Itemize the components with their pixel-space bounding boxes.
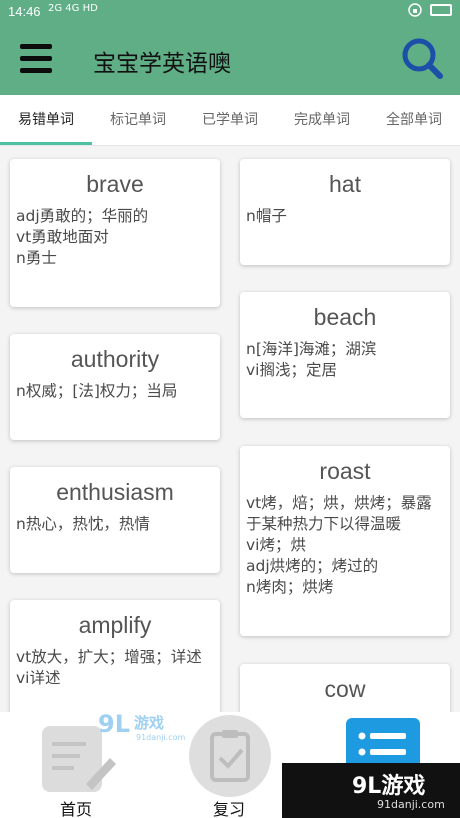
card-word: cow (324, 676, 366, 702)
card-definition: adj勇敢的；华丽的 vt勇敢地面对 n勇士 (10, 198, 220, 269)
word-card[interactable]: hat n帽子 (240, 159, 450, 265)
card-word: enthusiasm (56, 479, 174, 505)
checklist-icon[interactable] (188, 714, 272, 798)
definition-line: n热心，热忱，热情 (16, 515, 150, 533)
svg-text:91danji.com: 91danji.com (136, 733, 186, 742)
watermark-brand: 9L游戏 (352, 774, 426, 799)
card-word: authority (70, 346, 160, 372)
definition-line: n勇士 (16, 249, 57, 267)
card-definition: n帽子 (240, 198, 450, 227)
definition-line: n权威；[法]权力；当局 (16, 382, 178, 400)
definition-line: n烤肉；烘烤 (246, 578, 334, 596)
watermark-logo: 9L 游戏 91danji.com (98, 710, 186, 742)
tab-completed-words[interactable]: 完成单词 (276, 95, 368, 146)
svg-text:9L: 9L (98, 710, 130, 738)
status-time: 14:46 (8, 4, 41, 19)
card-word: brave (86, 171, 144, 197)
card-word: beach (313, 304, 377, 330)
app-bar: 宝宝学英语噢 (0, 24, 460, 95)
signal-indicator: 2G 4G HD (48, 3, 98, 14)
definition-line: vi烤；烘 (246, 536, 306, 554)
definition-line: n帽子 (246, 207, 287, 225)
definition-line: vi搁浅；定居 (246, 361, 337, 379)
word-card[interactable]: amplify vt放大，扩大；增强；详述 vi详述 (10, 600, 220, 712)
search-icon[interactable] (400, 36, 444, 80)
svg-text:游戏: 游戏 (134, 714, 164, 732)
card-definition: vt放大，扩大；增强；详述 vi详述 (10, 639, 220, 689)
card-word: roast (319, 458, 371, 484)
word-card[interactable]: brave adj勇敢的；华丽的 vt勇敢地面对 n勇士 (10, 159, 220, 307)
tab-marked-words[interactable]: 标记单词 (92, 95, 184, 146)
tab-learned-words[interactable]: 已学单词 (184, 95, 276, 146)
card-word: hat (329, 171, 361, 197)
card-word: amplify (78, 612, 152, 638)
watermark-url: 91danji.com (377, 798, 445, 811)
nav-home-label[interactable]: 首页 (60, 796, 92, 818)
definition-line: vi详述 (16, 669, 61, 687)
card-definition: n热心，热忱，热情 (10, 506, 220, 535)
word-card[interactable]: authority n权威；[法]权力；当局 (10, 334, 220, 440)
status-bar: 14:46 2G 4G HD (0, 0, 460, 24)
card-definition: vt烤，焙；烘，烘烤；暴露于某种热力下以得温暖 vi烤；烘 adj烘烤的；烤过的… (240, 485, 450, 598)
definition-line: adj勇敢的；华丽的 (16, 207, 149, 225)
nav-review-label[interactable]: 复习 (213, 796, 245, 818)
word-card[interactable]: roast vt烤，焙；烘，烘烤；暴露于某种热力下以得温暖 vi烤；烘 adj烘… (240, 446, 450, 636)
definition-line: vt放大，扩大；增强；详述 (16, 648, 202, 666)
definition-line: n[海洋]海滩；湖滨 (246, 340, 377, 358)
menu-icon[interactable] (20, 44, 52, 74)
lock-rotation-icon (408, 3, 422, 17)
status-right (408, 3, 452, 17)
definition-line: adj烘烤的；烤过的 (246, 557, 379, 575)
watermark-banner: 9L游戏 91danji.com (282, 763, 460, 818)
word-card[interactable]: beach n[海洋]海滩；湖滨 vi搁浅；定居 (240, 292, 450, 418)
active-tab-indicator (0, 142, 92, 145)
definition-line: vt勇敢地面对 (16, 228, 109, 246)
battery-icon (430, 4, 452, 16)
card-definition: n权威；[法]权力；当局 (10, 373, 220, 402)
definition-line: vt烤，焙；烘，烘烤；暴露于某种热力下以得温暖 (246, 494, 432, 533)
card-definition: n[海洋]海滩；湖滨 vi搁浅；定居 (240, 331, 450, 381)
tab-bar: 易错单词 标记单词 已学单词 完成单词 全部单词 (0, 95, 460, 146)
tab-error-words[interactable]: 易错单词 (0, 95, 92, 146)
word-card[interactable]: enthusiasm n热心，热忱，热情 (10, 467, 220, 573)
app-title: 宝宝学英语噢 (93, 51, 231, 77)
word-card[interactable]: cow (240, 664, 450, 712)
word-card-grid: brave adj勇敢的；华丽的 vt勇敢地面对 n勇士 authority n… (0, 146, 460, 712)
tab-all-words[interactable]: 全部单词 (368, 95, 460, 146)
